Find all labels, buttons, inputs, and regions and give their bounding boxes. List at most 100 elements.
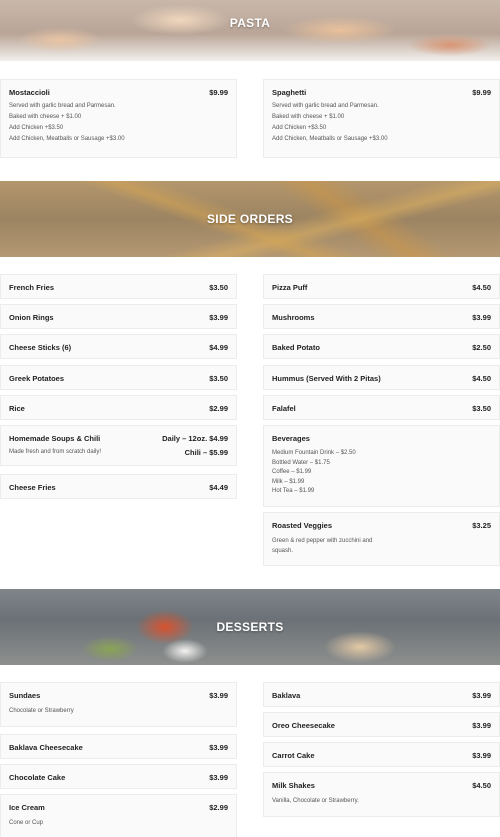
item-price: $3.25	[472, 521, 491, 530]
item-name: Pizza Puff	[272, 283, 308, 292]
menu-item-french-fries: French Fries $3.50	[0, 274, 237, 299]
item-price: $4.50	[472, 781, 491, 790]
desc-line: Served with garlic bread and Parmesan.	[9, 103, 116, 109]
menu-item-cheese-fries: Cheese Fries $4.49	[0, 474, 237, 499]
menu-item-baklava-cheesecake: Baklava Cheesecake $3.99	[0, 734, 237, 759]
menu-item-hummus: Hummus (Served With 2 Pitas) $4.50	[263, 365, 500, 390]
item-name: Mushrooms	[272, 313, 315, 322]
item-price: $4.99	[209, 343, 228, 352]
desc-line: Served with garlic bread and Parmesan.	[272, 103, 379, 109]
item-description: Served with garlic bread and Parmesan. B…	[1, 97, 236, 145]
item-name: Cheese Sticks (6)	[9, 343, 72, 352]
item-price: $3.99	[472, 313, 491, 322]
item-description: Cone or Cup	[9, 820, 44, 826]
item-price: $3.99	[209, 691, 228, 700]
menu-item-greek-potatoes: Greek Potatoes $3.50	[0, 365, 237, 390]
item-name: Roasted Veggies	[272, 521, 333, 530]
menu-item-rice: Rice $2.99	[0, 395, 237, 420]
item-name: Falafel	[272, 404, 296, 413]
item-price: Daily – 12oz. $4.99	[162, 434, 228, 443]
desc-line: Hot Tea – $1.99	[272, 488, 315, 494]
desc-line: squash.	[272, 548, 294, 554]
menu-item-chocolate-cake: Chocolate Cake $3.99	[0, 764, 237, 789]
item-name: French Fries	[9, 283, 55, 292]
item-price: $3.99	[472, 721, 491, 730]
desserts-banner: DESSERTS	[0, 589, 500, 665]
item-price: $4.50	[472, 283, 491, 292]
item-name: Mostaccioli	[9, 88, 50, 97]
item-description: Chili – $5.99 Made fresh and from scratc…	[1, 443, 236, 458]
menu-item-pizza-puff: Pizza Puff $4.50	[263, 274, 500, 299]
desc-line: Add Chicken, Meatballs or Sausage +$3.00	[272, 136, 388, 142]
section-title-desserts: DESSERTS	[216, 620, 284, 634]
item-name: Baklava Cheesecake	[9, 743, 83, 752]
item-price: $2.50	[472, 343, 491, 352]
item-name: Oreo Cheesecake	[272, 721, 335, 730]
desc-line: Bottled Water – $1.75	[272, 459, 330, 466]
side-orders-banner: SIDE ORDERS	[0, 181, 500, 257]
menu-item-baked-potato: Baked Potato $2.50	[263, 334, 500, 359]
item-price: $4.49	[209, 483, 228, 492]
desc-line: Baked with cheese + $1.00	[272, 114, 345, 120]
item-description: Vanilla, Chocolate or Strawberry.	[272, 798, 359, 804]
menu-item-ice-cream: Ice Cream $2.99 Cone or Cup	[0, 794, 237, 837]
pasta-banner: PASTA	[0, 0, 500, 61]
item-name: Greek Potatoes	[9, 374, 65, 383]
item-name: Rice	[9, 404, 25, 413]
desc-line: Milk – $1.99	[272, 478, 305, 485]
desc-line: Green & red pepper with zucchini and	[272, 538, 373, 544]
desc-line: Baked with cheese + $1.00	[9, 114, 82, 120]
section-title-pasta: PASTA	[229, 16, 271, 30]
menu-item-mushrooms: Mushrooms $3.99	[263, 304, 500, 329]
desc-line: Add Chicken, Meatballs or Sausage +$3.00	[9, 136, 125, 142]
menu-item-roasted-veggies: Roasted Veggies $3.25 Green & red pepper …	[263, 512, 500, 566]
item-price: $3.50	[209, 283, 228, 292]
item-price: $9.99	[472, 88, 491, 97]
item-price: $3.99	[209, 773, 228, 782]
menu-item-onion-rings: Onion Rings $3.99	[0, 304, 237, 329]
item-price: $3.99	[209, 313, 228, 322]
menu-item-spaghetti: Spaghetti $9.99 Served with garlic bread …	[263, 79, 500, 158]
item-price: $2.99	[209, 803, 228, 812]
section-title-side-orders: SIDE ORDERS	[207, 212, 293, 226]
pasta-banner-image	[0, 0, 500, 61]
item-name: Baked Potato	[272, 343, 320, 352]
item-name: Onion Rings	[9, 313, 54, 322]
item-name: Hummus (Served With 2 Pitas)	[272, 374, 381, 383]
item-name: Chocolate Cake	[9, 773, 66, 782]
menu-item-falafel: Falafel $3.50	[263, 395, 500, 420]
item-price: $4.50	[472, 374, 491, 383]
item-name: Spaghetti	[272, 88, 307, 97]
desc-line: Medium Fountain Drink – $2.50	[272, 450, 356, 456]
desc-line: Coffee – $1.99	[272, 469, 312, 475]
item-description: Served with garlic bread and Parmesan. B…	[264, 97, 499, 145]
item-price: $2.99	[209, 404, 228, 413]
item-price: $9.99	[209, 88, 228, 97]
menu-item-oreo-cheesecake: Oreo Cheesecake $3.99	[263, 712, 500, 737]
item-name: Homemade Soups & Chili	[9, 434, 101, 443]
desc-line: Made fresh and from scratch daily!	[9, 449, 102, 455]
item-description: Medium Fountain Drink – $2.50 Bottled Wa…	[264, 443, 499, 497]
menu-item-homemade-soups-chili: Homemade Soups & Chili Daily – 12oz. $4.9…	[0, 425, 237, 466]
item-name: Milk Shakes	[272, 781, 315, 790]
item-price: $3.99	[472, 751, 491, 760]
item-name: Baklava	[272, 691, 301, 700]
menu-item-sundaes: Sundaes $3.99 Chocolate or Strawberry	[0, 682, 237, 727]
item-name: Ice Cream	[9, 803, 45, 812]
desc-line: Add Chicken +$3.50	[272, 125, 327, 131]
item-name: Cheese Fries	[9, 483, 56, 492]
item-price: $3.99	[472, 691, 491, 700]
menu-item-baklava: Baklava $3.99	[263, 682, 500, 707]
menu-item-cheese-sticks: Cheese Sticks (6) $4.99	[0, 334, 237, 359]
item-price: $3.50	[209, 374, 228, 383]
menu-item-beverages: Beverages Medium Fountain Drink – $2.50 …	[263, 425, 500, 507]
item-description: Green & red pepper with zucchini and squ…	[264, 530, 499, 556]
item-name: Beverages	[272, 434, 310, 443]
item-name: Carrot Cake	[272, 751, 315, 760]
menu-item-carrot-cake: Carrot Cake $3.99	[263, 742, 500, 767]
item-price: $3.50	[472, 404, 491, 413]
menu-item-milk-shakes: Milk Shakes $4.50 Vanilla, Chocolate or S…	[263, 772, 500, 817]
item-description: Chocolate or Strawberry	[9, 708, 74, 714]
item-price-secondary: Chili – $5.99	[184, 448, 228, 457]
item-name: Sundaes	[9, 691, 41, 700]
